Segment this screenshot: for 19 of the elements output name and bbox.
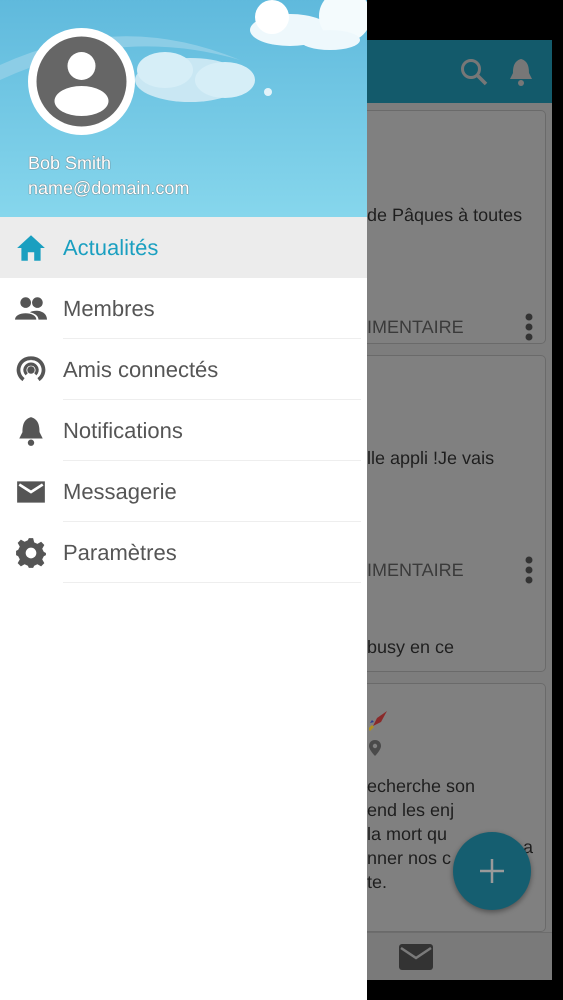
gear-icon [13, 536, 49, 568]
post-text: la mort qu [367, 823, 448, 846]
search-icon[interactable] [460, 58, 488, 86]
avatar-icon[interactable] [28, 28, 135, 135]
rocket-icon [369, 710, 389, 732]
more-icon[interactable] [525, 313, 533, 341]
post-text: lle appli !Je vais [367, 447, 494, 470]
post-text: busy en ce [367, 636, 454, 660]
post-text: end les enj [367, 799, 454, 822]
user-name: Bob Smith [28, 152, 112, 175]
more-icon[interactable] [525, 556, 533, 584]
bell-icon[interactable] [508, 56, 534, 86]
post-text: de Pâques à toutes [367, 204, 522, 227]
post-text: echerche son [367, 775, 476, 798]
user-email: name@domain.com [28, 177, 190, 200]
plus-icon [479, 858, 505, 884]
post-text: te. [367, 871, 388, 894]
post-text: nner nos c [367, 847, 452, 870]
mail-icon[interactable] [399, 944, 433, 970]
